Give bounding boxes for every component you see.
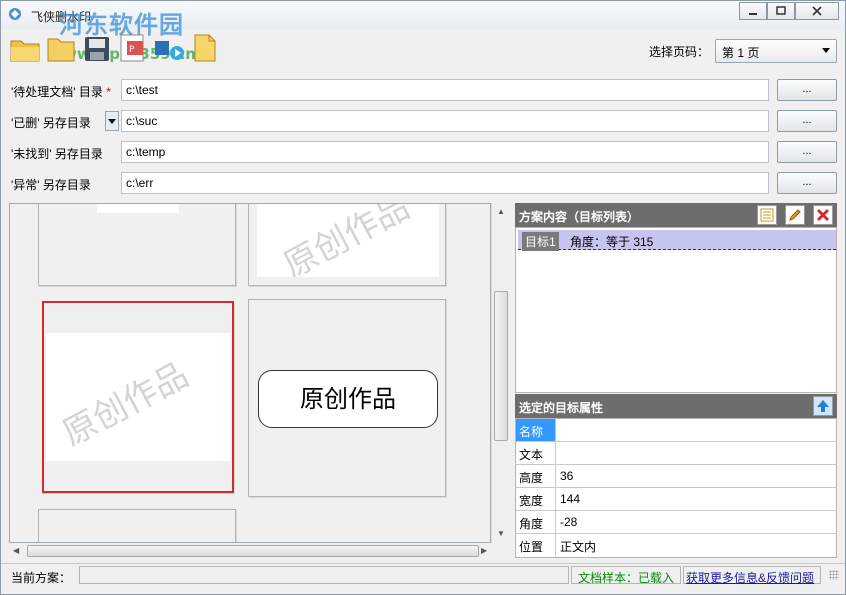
window-controls bbox=[739, 2, 839, 20]
scheme-panel-title: 方案内容（目标列表） bbox=[519, 210, 640, 224]
minimize-icon bbox=[749, 13, 757, 15]
page-thumbnail-selected[interactable]: 原创作品 bbox=[42, 301, 234, 493]
open-folder-button[interactable] bbox=[9, 31, 41, 65]
export-button[interactable]: P bbox=[117, 31, 149, 65]
target-description: 角度：等于 315 bbox=[570, 235, 654, 249]
file-icon bbox=[194, 34, 216, 62]
horizontal-scroll-thumb[interactable] bbox=[27, 545, 479, 557]
prop-key: 名称 bbox=[516, 419, 556, 441]
main-window: 飞侠删水印 河东软件园 www.pc0359.cn bbox=[0, 0, 846, 595]
prop-row-height[interactable]: 高度 36 bbox=[516, 465, 836, 488]
open-button[interactable] bbox=[45, 31, 77, 65]
chevron-down-icon bbox=[822, 48, 830, 53]
page-preview-pane[interactable]: 原创作品 原创作品 原创作品 bbox=[9, 203, 491, 543]
prop-row-width[interactable]: 宽度 144 bbox=[516, 488, 836, 511]
save-icon bbox=[85, 37, 109, 61]
deleted-dir-dropdown[interactable] bbox=[105, 111, 119, 131]
list-button[interactable] bbox=[757, 205, 777, 225]
prop-key: 文本 bbox=[516, 442, 556, 464]
source-dir-browse-button[interactable]: ... bbox=[777, 79, 837, 101]
error-dir-label: '异常' 另存目录 bbox=[11, 178, 91, 192]
scroll-up-icon[interactable]: ▲ bbox=[497, 207, 505, 216]
prop-row-text[interactable]: 文本 bbox=[516, 442, 836, 465]
page-thumbnail[interactable] bbox=[38, 204, 236, 286]
prop-key: 高度 bbox=[516, 465, 556, 487]
watermark-text-box: 原创作品 bbox=[258, 370, 438, 428]
vertical-scroll-thumb[interactable] bbox=[494, 291, 508, 441]
props-panel-header: 选定的目标属性 bbox=[515, 394, 837, 418]
prop-value[interactable] bbox=[556, 442, 836, 464]
delete-button[interactable] bbox=[813, 205, 833, 225]
file-button[interactable] bbox=[189, 31, 221, 65]
deleted-dir-browse-button[interactable]: ... bbox=[777, 110, 837, 132]
prop-row-name[interactable]: 名称 bbox=[516, 419, 836, 442]
prop-value[interactable]: 144 bbox=[556, 488, 836, 510]
feedback-link[interactable]: 获取更多信息&反馈问题 bbox=[683, 566, 821, 585]
page-select[interactable]: 第 1 页 bbox=[715, 39, 837, 63]
run-button[interactable] bbox=[153, 31, 185, 65]
prop-value[interactable]: -28 bbox=[556, 511, 836, 533]
arrow-up-icon bbox=[817, 400, 829, 412]
page-select-label: 选择页码： bbox=[649, 45, 710, 59]
close-icon bbox=[812, 6, 822, 16]
list-icon bbox=[760, 208, 774, 222]
title-bar: 飞侠删水印 河东软件园 bbox=[1, 1, 845, 39]
delete-x-icon bbox=[816, 208, 830, 222]
scroll-down-icon[interactable]: ▼ bbox=[497, 529, 505, 538]
source-dir-input[interactable]: c:\test bbox=[121, 79, 769, 101]
run-icon bbox=[155, 41, 184, 60]
target-list[interactable]: 目标1 角度：等于 315 bbox=[515, 227, 837, 393]
deleted-dir-input[interactable]: c:\suc bbox=[121, 110, 769, 132]
open-folder-icon bbox=[10, 40, 40, 62]
close-button[interactable] bbox=[795, 2, 839, 20]
prop-value[interactable] bbox=[556, 419, 836, 441]
source-dir-label: '待处理文档' 目录 * bbox=[11, 85, 111, 99]
prop-key: 位置 bbox=[516, 534, 556, 557]
maximize-button[interactable] bbox=[767, 2, 795, 20]
thumbnail-watermark-text: 原创作品 bbox=[277, 203, 417, 277]
prop-row-angle[interactable]: 角度 -28 bbox=[516, 511, 836, 534]
prop-value[interactable]: 正文内 bbox=[556, 534, 836, 557]
notfound-dir-input[interactable]: c:\temp bbox=[121, 141, 769, 163]
page-thumbnail[interactable]: 原创作品 bbox=[248, 203, 446, 286]
props-panel-title: 选定的目标属性 bbox=[519, 401, 604, 415]
page-select-value: 第 1 页 bbox=[722, 46, 760, 60]
svg-text:P: P bbox=[129, 45, 135, 55]
prop-key: 宽度 bbox=[516, 488, 556, 510]
target-tag: 目标1 bbox=[522, 232, 559, 251]
maximize-icon bbox=[776, 6, 786, 15]
scroll-left-icon[interactable]: ◀ bbox=[13, 546, 19, 555]
export-icon: P bbox=[120, 34, 144, 62]
preview-vertical-scrollbar[interactable]: ▲ ▼ bbox=[491, 203, 509, 543]
error-dir-input[interactable]: c:\err bbox=[121, 172, 769, 194]
properties-grid: 名称 文本 高度 36 宽度 144 角度 -28 位置 正文内 bbox=[515, 418, 837, 558]
toolbar: P bbox=[9, 31, 221, 71]
current-scheme-label: 当前方案： bbox=[11, 571, 72, 585]
sample-loaded-status: 文档样本：已载入 bbox=[571, 566, 681, 585]
folder-icon bbox=[47, 38, 75, 62]
prop-key: 角度 bbox=[516, 511, 556, 533]
status-bar: 当前方案： 文档样本：已载入 获取更多信息&反馈问题 bbox=[1, 563, 845, 585]
app-icon bbox=[9, 8, 21, 20]
prop-value[interactable]: 36 bbox=[556, 465, 836, 487]
move-up-button[interactable] bbox=[813, 396, 833, 416]
scroll-right-icon[interactable]: ▶ bbox=[481, 546, 487, 555]
notfound-dir-browse-button[interactable]: ... bbox=[777, 141, 837, 163]
notfound-dir-label: '未找到' 另存目录 bbox=[11, 147, 103, 161]
scheme-panel-header: 方案内容（目标列表） bbox=[515, 203, 837, 227]
thumbnail-watermark-text: 原创作品 bbox=[56, 355, 196, 455]
prop-row-position[interactable]: 位置 正文内 bbox=[516, 534, 836, 557]
target-list-item[interactable]: 目标1 角度：等于 315 bbox=[518, 230, 836, 251]
current-scheme-field bbox=[79, 566, 569, 584]
required-mark: * bbox=[106, 85, 111, 99]
minimize-button[interactable] bbox=[739, 2, 767, 20]
resize-grip[interactable] bbox=[829, 570, 839, 580]
edit-button[interactable] bbox=[785, 205, 805, 225]
pencil-icon bbox=[789, 209, 801, 221]
preview-horizontal-scrollbar[interactable]: ◀ ▶ bbox=[9, 543, 491, 559]
deleted-dir-label: '已删' 另存目录 bbox=[11, 116, 91, 130]
page-thumbnail[interactable] bbox=[38, 509, 236, 542]
error-dir-browse-button[interactable]: ... bbox=[777, 172, 837, 194]
save-button[interactable] bbox=[81, 31, 113, 65]
